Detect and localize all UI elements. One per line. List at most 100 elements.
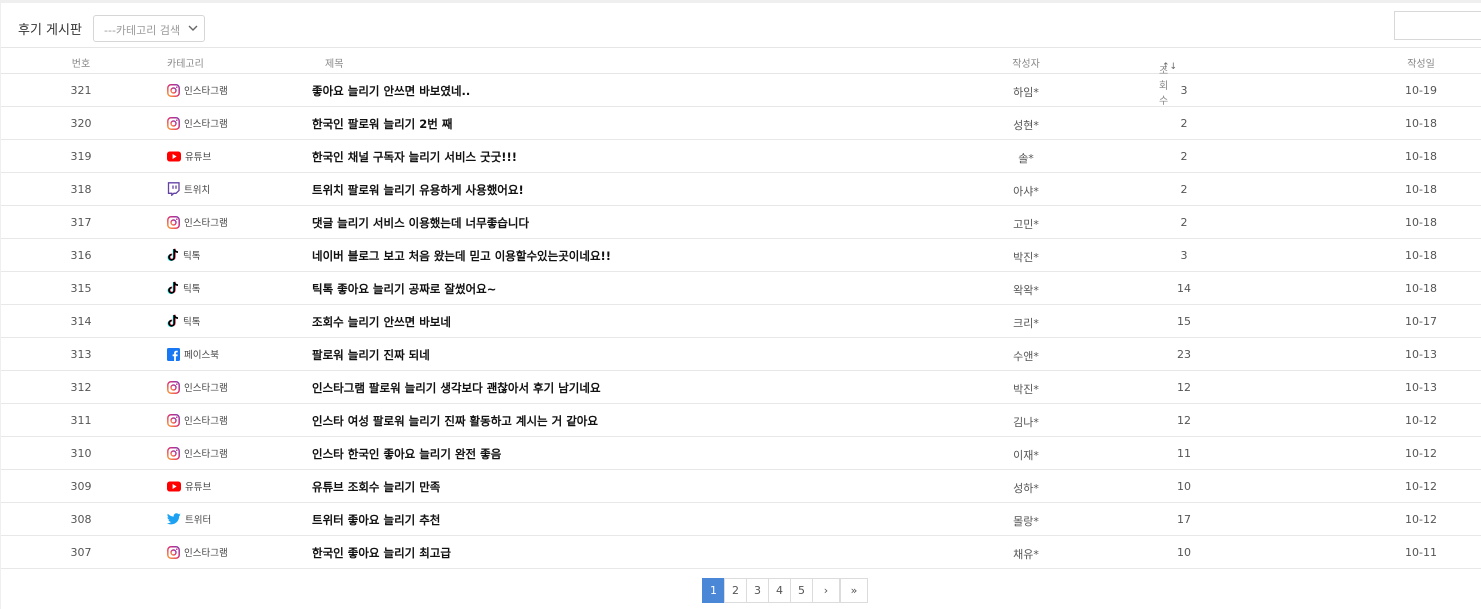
row-category: 인스타그램: [167, 446, 228, 460]
row-category: 유튜브: [167, 479, 211, 493]
row-title-link[interactable]: 한국인 팔로워 늘리기 2번 째: [312, 116, 452, 132]
page-button-1[interactable]: 1: [702, 578, 725, 603]
pagination: 1 2 3 4 5 ›»: [702, 578, 868, 603]
table-row[interactable]: 313 페이스북 팔로워 늘리기 진짜 되네 수앤* 23 10-13: [1, 338, 1481, 371]
header-date: 작성일: [1407, 59, 1435, 70]
row-num: 320: [70, 117, 92, 130]
sort-arrows-icon[interactable]: ↑↓: [1162, 62, 1177, 72]
row-views: 3: [1180, 84, 1188, 97]
row-date: 10-12: [1405, 447, 1437, 460]
row-title-link[interactable]: 팔로워 늘리기 진짜 되네: [312, 347, 430, 363]
instagram-icon: [167, 116, 184, 130]
row-views: 3: [1180, 249, 1188, 262]
row-category: 틱톡: [167, 248, 200, 262]
row-views: 23: [1177, 348, 1191, 361]
row-title-link[interactable]: 한국인 좋아요 늘리기 최고급: [312, 545, 451, 561]
row-title-link[interactable]: 유튜브 조회수 늘리기 만족: [312, 479, 440, 495]
row-title-link[interactable]: 조회수 늘리기 안쓰면 바보네: [312, 314, 451, 330]
row-category: 인스타그램: [167, 413, 228, 427]
row-author: 박진*: [1013, 251, 1039, 264]
row-category-label: 유튜브: [185, 482, 212, 493]
row-title-link[interactable]: 트위치 팔로워 늘리기 유용하게 사용했어요!: [312, 182, 524, 198]
table-row[interactable]: 311 인스타그램 인스타 여성 팔로워 늘리기 진짜 활동하고 계시는 거 같아요…: [1, 404, 1481, 437]
youtube-icon: [167, 151, 185, 162]
row-category-label: 유튜브: [185, 152, 212, 163]
row-title-link[interactable]: 트위터 좋아요 늘리기 추천: [312, 512, 440, 528]
row-views: 12: [1177, 381, 1191, 394]
page-button-4[interactable]: 4: [768, 578, 791, 603]
row-category-label: 인스타그램: [184, 218, 228, 229]
row-title-link[interactable]: 인스타그램 팔로워 늘리기 생각보다 괜찮아서 후기 남기네요: [312, 380, 601, 396]
row-num: 309: [70, 480, 92, 493]
row-author: 박진*: [1013, 383, 1039, 396]
row-category: 인스타그램: [167, 380, 228, 394]
row-category-label: 페이스북: [184, 350, 219, 361]
row-title-link[interactable]: 좋아요 늘리기 안쓰면 바보였네..: [312, 83, 470, 99]
row-category: 틱톡: [167, 281, 200, 295]
table-row[interactable]: 312 인스타그램 인스타그램 팔로워 늘리기 생각보다 괜찮아서 후기 남기네요 박…: [1, 371, 1481, 404]
instagram-icon: [167, 413, 184, 427]
table-row[interactable]: 309 유튜브 유튜브 조회수 늘리기 만족 성하* 10 10-12: [1, 470, 1481, 503]
row-views: 2: [1180, 216, 1188, 229]
table-row[interactable]: 307 인스타그램 한국인 좋아요 늘리기 최고급 채유* 10 10-11: [1, 536, 1481, 569]
row-num: 315: [70, 282, 92, 295]
row-category-label: 트위치: [184, 185, 211, 196]
row-num: 312: [70, 381, 92, 394]
row-date: 10-18: [1405, 183, 1437, 196]
search-input[interactable]: [1394, 11, 1481, 40]
row-author: 이재*: [1013, 449, 1039, 462]
row-author: 솔*: [1018, 152, 1034, 165]
row-title-link[interactable]: 한국인 채널 구독자 늘리기 서비스 굿굿!!!: [312, 149, 517, 165]
page-title: 후기 게시판: [18, 23, 82, 38]
table-row[interactable]: 318 트위치 트위치 팔로워 늘리기 유용하게 사용했어요! 아샤* 2 10-18: [1, 173, 1481, 206]
row-author: 몰랑*: [1013, 515, 1039, 528]
row-author: 크리*: [1013, 317, 1039, 330]
row-category: 인스타그램: [167, 215, 228, 229]
row-views: 10: [1177, 546, 1191, 559]
row-date: 10-17: [1405, 315, 1437, 328]
row-category-label: 인스타그램: [184, 416, 228, 427]
table-row[interactable]: 310 인스타그램 인스타 한국인 좋아요 늘리기 완전 좋음 이재* 11 10-12: [1, 437, 1481, 470]
row-num: 321: [70, 84, 92, 97]
table-row[interactable]: 321 인스타그램 좋아요 늘리기 안쓰면 바보였네.. 하임* 3 10-19: [1, 74, 1481, 107]
row-num: 318: [70, 183, 92, 196]
row-num: 316: [70, 249, 92, 262]
next-page-button[interactable]: ›: [812, 578, 840, 603]
row-date: 10-13: [1405, 381, 1437, 394]
row-num: 313: [70, 348, 92, 361]
tiktok-icon: [167, 248, 183, 262]
row-title-link[interactable]: 댓글 늘리기 서비스 이용했는데 너무좋습니다: [312, 215, 529, 231]
row-date: 10-11: [1405, 546, 1437, 559]
page-button-3[interactable]: 3: [746, 578, 769, 603]
twitter-icon: [167, 513, 185, 525]
facebook-icon: [167, 347, 184, 361]
table-row[interactable]: 316 틱톡 네이버 블로그 보고 처음 왔는데 믿고 이용할수있는곳이네요!! 박진…: [1, 239, 1481, 272]
table-row[interactable]: 315 틱톡 틱톡 좋아요 늘리기 공짜로 잘썼어요~ 왁왁* 14 10-18: [1, 272, 1481, 305]
row-author: 아샤*: [1013, 185, 1039, 198]
table-row[interactable]: 308 트위터 트위터 좋아요 늘리기 추천 몰랑* 17 10-12: [1, 503, 1481, 536]
tiktok-icon: [167, 314, 183, 328]
table-row[interactable]: 320 인스타그램 한국인 팔로워 늘리기 2번 째 성현* 2 10-18: [1, 107, 1481, 140]
row-date: 10-12: [1405, 480, 1437, 493]
row-date: 10-18: [1405, 249, 1437, 262]
page-button-2[interactable]: 2: [724, 578, 747, 603]
page-button-5[interactable]: 5: [790, 578, 813, 603]
table-row[interactable]: 317 인스타그램 댓글 늘리기 서비스 이용했는데 너무좋습니다 고민* 2 10-18: [1, 206, 1481, 239]
table-row[interactable]: 314 틱톡 조회수 늘리기 안쓰면 바보네 크리* 15 10-17: [1, 305, 1481, 338]
row-title-link[interactable]: 인스타 여성 팔로워 늘리기 진짜 활동하고 계시는 거 같아요: [312, 413, 598, 429]
row-title-link[interactable]: 인스타 한국인 좋아요 늘리기 완전 좋음: [312, 446, 501, 462]
row-title-link[interactable]: 틱톡 좋아요 늘리기 공짜로 잘썼어요~: [312, 281, 496, 297]
row-category: 인스타그램: [167, 116, 228, 130]
row-views: 2: [1180, 150, 1188, 163]
row-date: 10-18: [1405, 117, 1437, 130]
row-author: 김나*: [1013, 416, 1039, 429]
category-select[interactable]: ---카테고리 검색: [93, 15, 205, 42]
row-views: 10: [1177, 480, 1191, 493]
row-num: 319: [70, 150, 92, 163]
header-author: 작성자: [1012, 59, 1040, 70]
table-row[interactable]: 319 유튜브 한국인 채널 구독자 늘리기 서비스 굿굿!!! 솔* 2 10-18: [1, 140, 1481, 173]
row-title-link[interactable]: 네이버 블로그 보고 처음 왔는데 믿고 이용할수있는곳이네요!!: [312, 248, 611, 264]
category-select-value: ---카테고리 검색: [104, 24, 181, 37]
header-title: 제목: [325, 59, 344, 70]
last-page-button[interactable]: »: [840, 578, 868, 603]
